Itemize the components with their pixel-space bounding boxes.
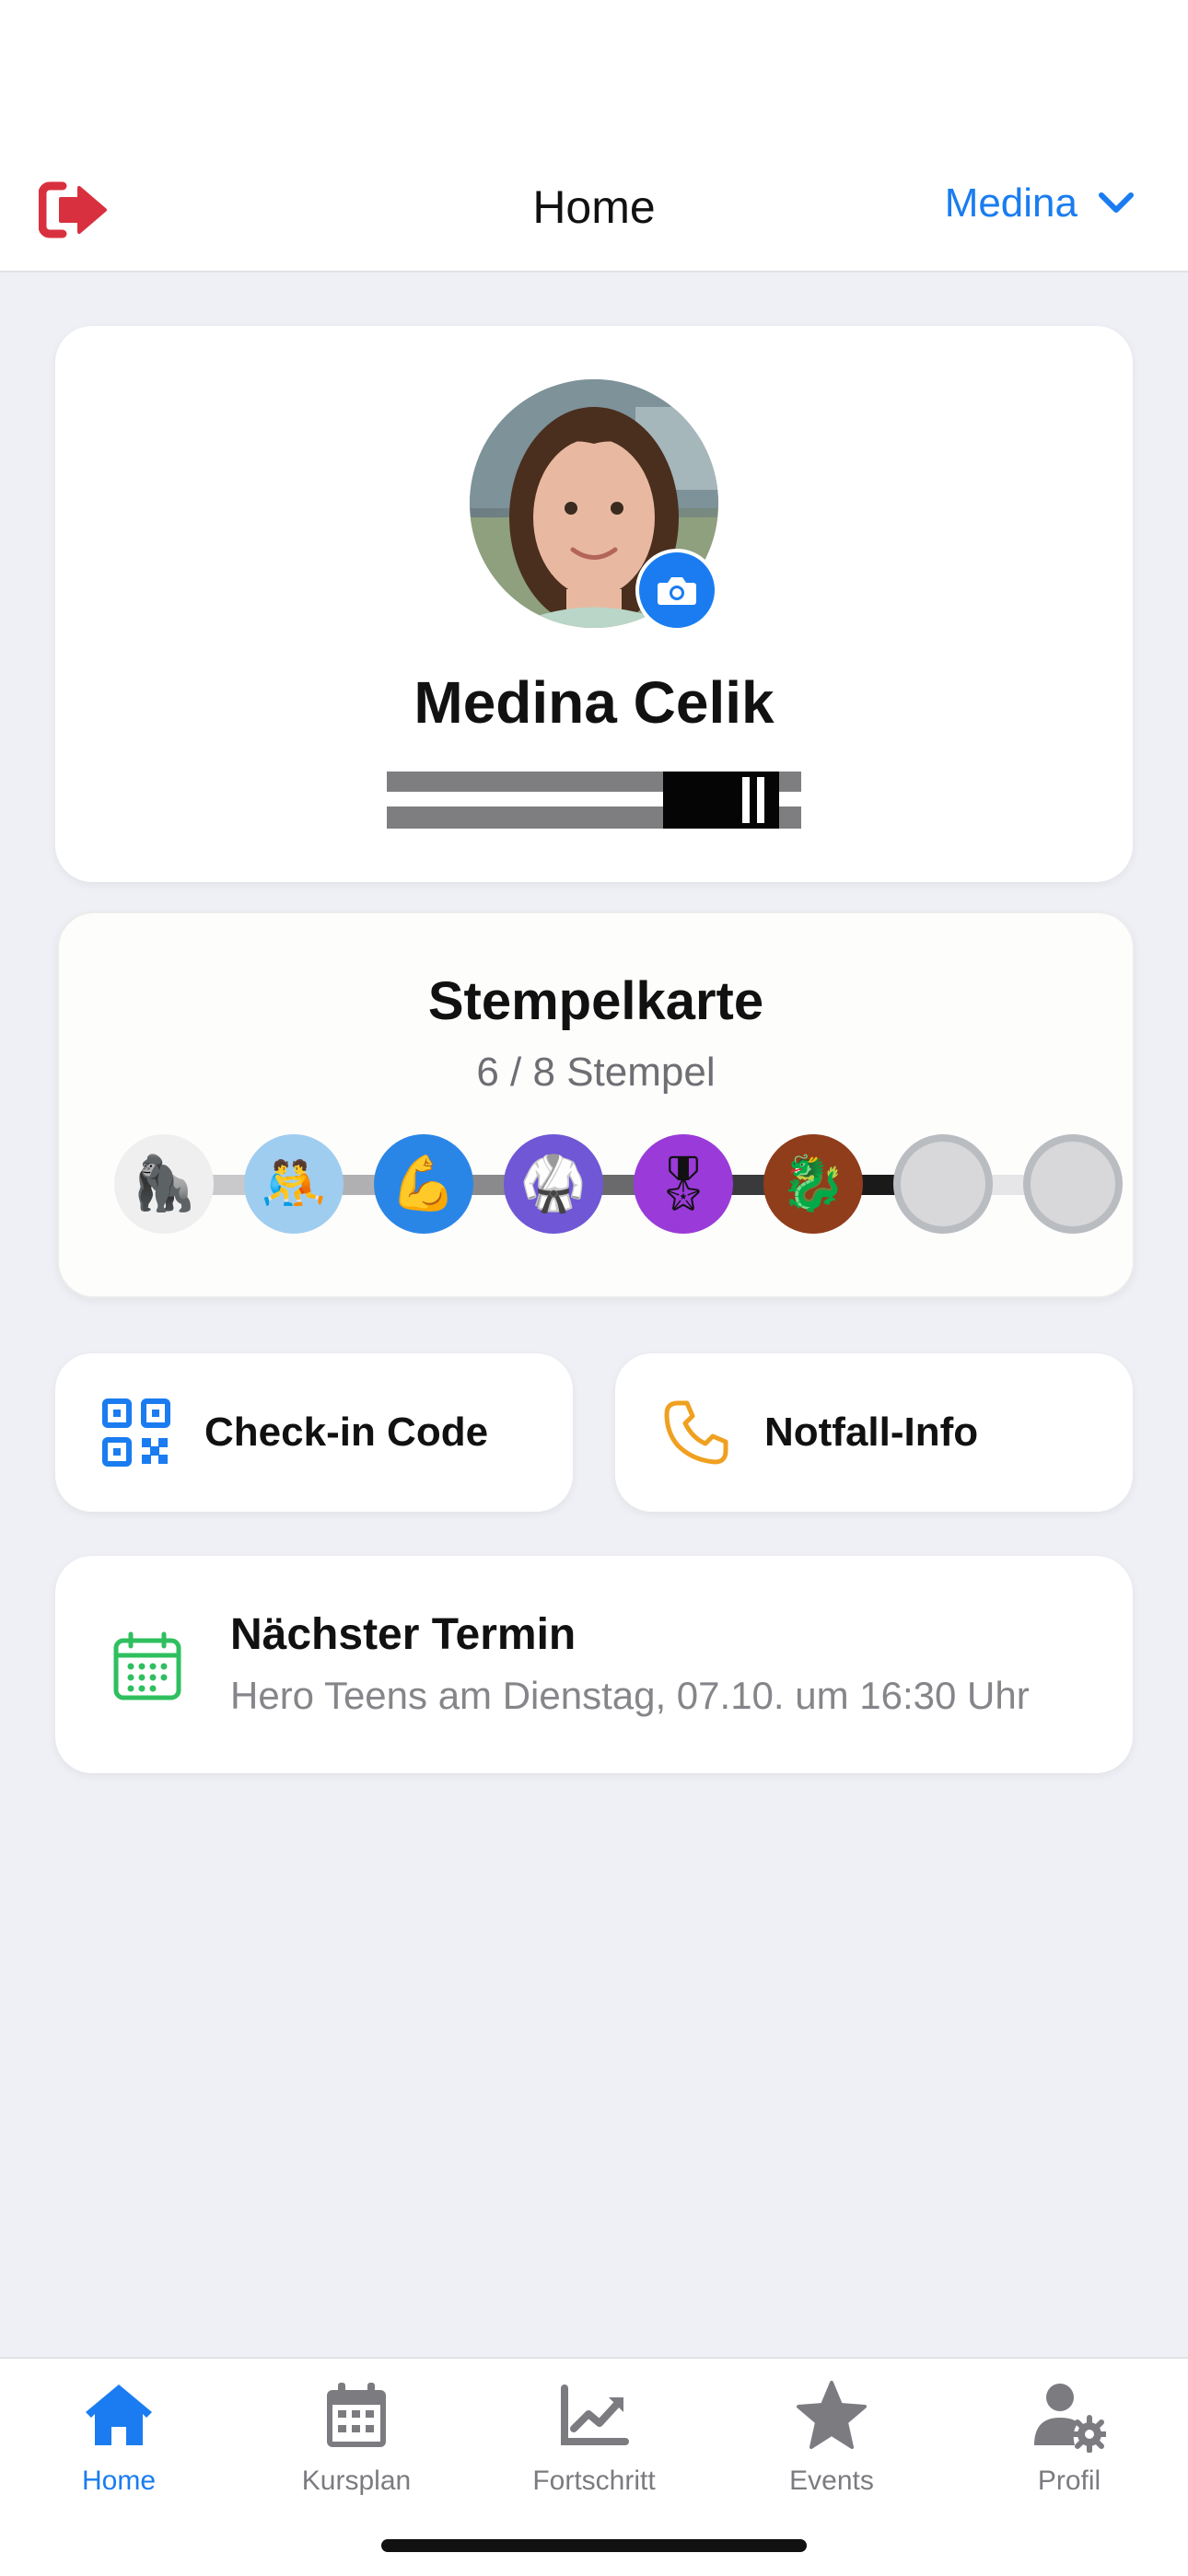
next-appointment-subtitle: Hero Teens am Dienstag, 07.10. um 16:30 …	[230, 1674, 1030, 1717]
stamp-empty	[893, 1134, 993, 1234]
belt-rank	[387, 772, 801, 829]
tab-profil[interactable]: Profil	[950, 2379, 1188, 2497]
avatar-container	[470, 379, 718, 632]
stamp-card-title: Stempelkarte	[427, 971, 764, 1031]
user-gear-icon	[1034, 2384, 1106, 2453]
next-appointment-card[interactable]: Nächster Termin Hero Teens am Dienstag, …	[55, 1556, 1133, 1773]
star-icon	[797, 2381, 867, 2449]
tab-home-label: Home	[81, 2466, 157, 2496]
top-navigation-bar: Home Medina	[0, 0, 1188, 273]
calendar-icon	[113, 1631, 181, 1700]
home-icon	[86, 2385, 152, 2445]
user-selector-label: Medina	[944, 180, 1077, 226]
tab-fortschritt-label: Fortschritt	[532, 2466, 656, 2496]
profile-card: Medina Celik	[55, 326, 1133, 882]
profile-name: Medina Celik	[413, 669, 775, 736]
tab-kursplan-label: Kursplan	[301, 2466, 412, 2496]
home-indicator	[381, 2539, 807, 2552]
stamp-collected: 💪	[374, 1134, 473, 1234]
stamp-track: 🦍 🤼 💪 🥋 🎖 🐉	[59, 1134, 1133, 1236]
emergency-info-button[interactable]: Notfall-Info	[615, 1353, 1133, 1512]
chart-icon	[561, 2385, 629, 2445]
stamp-count: 6 / 8 Stempel	[476, 1050, 716, 1095]
checkin-code-label: Check-in Code	[204, 1410, 489, 1455]
tab-fortschritt[interactable]: Fortschritt	[475, 2379, 713, 2497]
stamp-collected: 🤼	[244, 1134, 344, 1234]
phone-icon	[664, 1400, 728, 1465]
stamp-collected: 🦍	[114, 1134, 214, 1234]
calendar-icon	[327, 2383, 386, 2447]
next-appointment-title: Nächster Termin	[230, 1610, 577, 1659]
belt-icon	[387, 772, 801, 829]
tab-profil-label: Profil	[1037, 2466, 1101, 2496]
checkin-code-button[interactable]: Check-in Code	[55, 1353, 573, 1512]
chevron-down-icon	[1099, 192, 1134, 213]
user-selector[interactable]: Medina	[945, 180, 1135, 226]
tab-kursplan[interactable]: Kursplan	[238, 2379, 475, 2497]
change-photo-button[interactable]	[635, 549, 718, 632]
emergency-info-label: Notfall-Info	[764, 1410, 979, 1455]
qr-code-icon	[102, 1398, 170, 1467]
camera-icon	[658, 577, 696, 605]
tab-events[interactable]: Events	[713, 2379, 950, 2497]
stamp-collected: 🥋	[504, 1134, 603, 1234]
stamp-card[interactable]: Stempelkarte 6 / 8 Stempel 🦍 🤼 💪 🥋 🎖 🐉	[57, 911, 1135, 1298]
stamp-collected: 🎖	[634, 1134, 733, 1234]
stamp-collected: 🐉	[763, 1134, 863, 1234]
tab-events-label: Events	[789, 2466, 874, 2496]
stamp-empty	[1023, 1134, 1123, 1234]
tab-home[interactable]: Home	[0, 2379, 238, 2497]
